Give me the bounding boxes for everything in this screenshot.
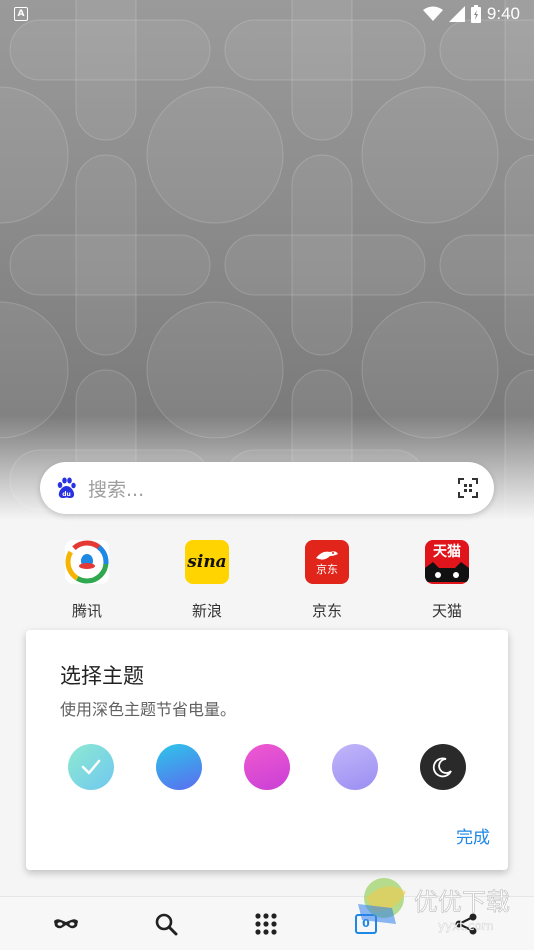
search-input[interactable]: 搜索... — [88, 475, 456, 502]
theme-swatch-blue[interactable] — [156, 744, 202, 790]
search-bar[interactable]: du 搜索... — [40, 462, 494, 514]
wifi-icon — [422, 6, 443, 21]
search-nav-button[interactable] — [116, 897, 216, 950]
battery-icon — [470, 5, 481, 23]
shortcut-label: 腾讯 — [71, 602, 102, 620]
status-bar: A 9:40 — [0, 0, 534, 28]
tmall-logo-icon: 天猫 — [425, 540, 469, 584]
watermark-text: 优优下载 — [414, 888, 510, 916]
shortcut-tencent[interactable]: 腾讯 — [27, 540, 147, 626]
shortcut-label: 天猫 — [431, 602, 462, 620]
scan-icon[interactable] — [456, 476, 480, 500]
search-icon — [155, 913, 178, 935]
hero-background — [0, 0, 534, 520]
apps-grid-icon — [255, 912, 277, 935]
theme-swatch-row — [68, 744, 466, 790]
theme-swatch-mint[interactable] — [68, 744, 114, 790]
apps-button[interactable] — [216, 897, 316, 950]
check-icon — [81, 759, 101, 775]
hero-pattern — [0, 0, 534, 520]
done-button[interactable]: 完成 — [456, 823, 490, 848]
dialog-subtitle: 使用深色主题节省电量。 — [60, 700, 237, 719]
shortcut-label: 京东 — [311, 602, 342, 620]
watermark: 优优下载 yyxt.com — [356, 868, 526, 944]
watermark-logo-icon: 优优下载 yyxt.com — [358, 878, 510, 933]
signal-icon — [448, 6, 465, 22]
incognito-icon — [54, 918, 78, 928]
moon-icon — [432, 757, 452, 778]
theme-dialog: 选择主题 使用深色主题节省电量。 完成 — [26, 630, 508, 870]
shortcut-jd[interactable]: 京东 京东 — [267, 540, 387, 626]
shortcut-tmall[interactable]: 天猫 天猫 — [387, 540, 507, 626]
sina-logo-icon: sina — [185, 540, 229, 584]
notification-icon: A — [14, 7, 28, 21]
clock: 9:40 — [486, 4, 520, 23]
shortcut-label: 新浪 — [191, 602, 222, 620]
svg-text:du: du — [62, 491, 71, 498]
jd-logo-icon: 京东 — [305, 540, 349, 584]
watermark-subtext: yyxt.com — [438, 919, 493, 933]
theme-swatch-dark[interactable] — [420, 744, 466, 790]
incognito-button[interactable] — [16, 897, 116, 950]
shortcut-sina[interactable]: sina 新浪 — [147, 540, 267, 626]
tencent-logo-icon — [65, 540, 109, 584]
theme-swatch-magenta[interactable] — [244, 744, 290, 790]
baidu-paw-icon: du — [57, 477, 76, 499]
dialog-title: 选择主题 — [60, 664, 144, 688]
shortcut-grid: 腾讯 sina 新浪 京东 京东 天猫 天猫 — [27, 540, 507, 626]
theme-swatch-lavender[interactable] — [332, 744, 378, 790]
